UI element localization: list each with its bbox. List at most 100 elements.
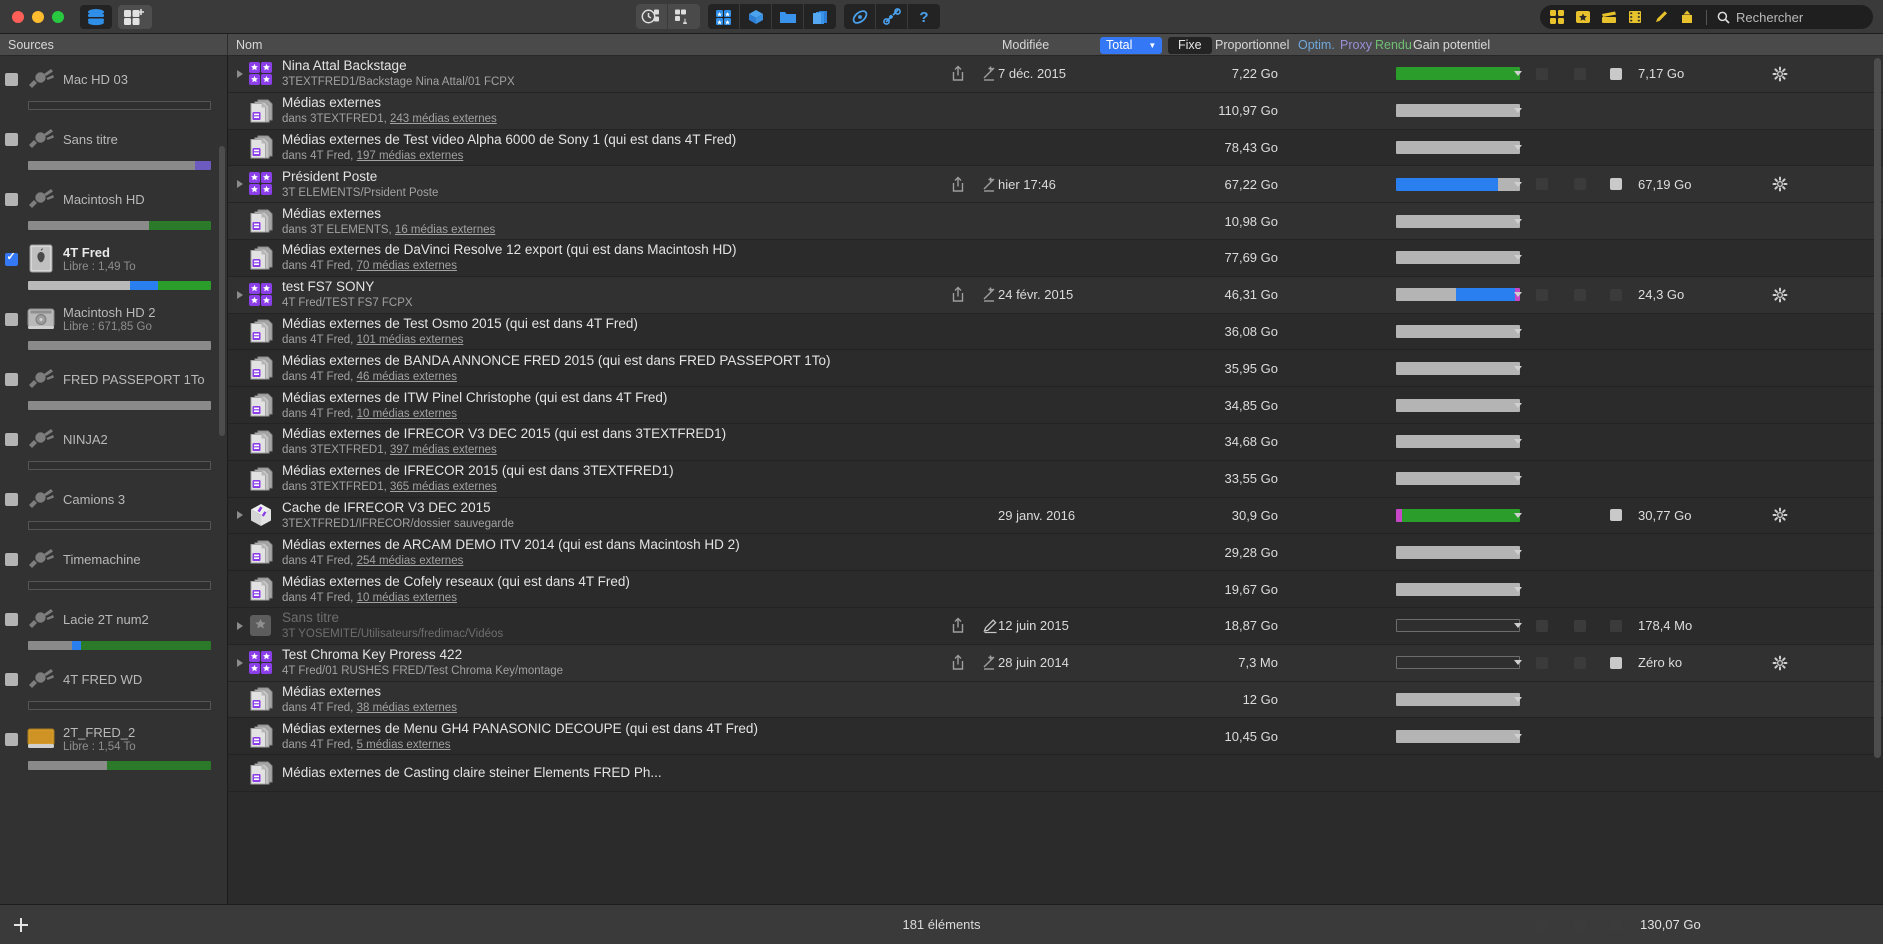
table-row[interactable]: Médias externes dans 3T ELEMENTS, 16 méd… [228, 203, 1883, 240]
source-checkbox[interactable] [5, 672, 18, 686]
table-row[interactable]: Médias externes de Cofely reseaux (qui e… [228, 571, 1883, 608]
library-icon[interactable] [80, 4, 112, 29]
media-count-link[interactable]: 10 médias externes [357, 592, 457, 604]
col-sources[interactable]: Sources [0, 34, 228, 55]
source-checkbox[interactable] [5, 312, 18, 326]
sources-sidebar[interactable]: Mac HD 03 Sans titre Macintosh HD ✓ 4T F… [0, 56, 228, 904]
col-proxy[interactable]: Proxy [1340, 34, 1372, 56]
media-count-link[interactable]: 10 médias externes [357, 408, 457, 420]
table-row[interactable]: Nina Attal Backstage 3TEXTFRED1/Backstag… [228, 56, 1883, 93]
reveal-icon[interactable] [982, 654, 998, 671]
source-item[interactable]: Lacie 2T num2 [0, 596, 227, 656]
minimize-button[interactable] [32, 10, 44, 23]
share-icon[interactable] [950, 176, 966, 193]
media-count-link[interactable]: 101 médias externes [357, 334, 464, 346]
table-row[interactable]: Médias externes de IFRECOR V3 DEC 2015 (… [228, 423, 1883, 461]
table-row[interactable]: Médias externes de Casting claire steine… [228, 755, 1883, 792]
table-row[interactable]: Médias externes de ITW Pinel Christophe … [228, 387, 1883, 424]
share-icon[interactable] [950, 65, 966, 82]
media-count-link[interactable]: 397 médias externes [390, 444, 497, 456]
disclosure-triangle-icon[interactable] [232, 511, 248, 520]
proxy-checkbox[interactable] [1574, 178, 1586, 191]
media-count-link[interactable]: 70 médias externes [357, 260, 457, 272]
status-optim-checkbox[interactable] [1536, 918, 1548, 931]
pencil-icon[interactable] [982, 617, 998, 634]
table-row[interactable]: Test Chroma Key Proress 422 4T Fred/01 R… [228, 644, 1883, 682]
proxy-checkbox[interactable] [1574, 656, 1586, 669]
optim-checkbox[interactable] [1536, 178, 1548, 191]
table-row[interactable]: Médias externes de ARCAM DEMO ITV 2014 (… [228, 534, 1883, 572]
media-count-link[interactable]: 38 médias externes [357, 702, 457, 714]
optim-checkbox[interactable] [1536, 67, 1548, 80]
col-nom[interactable]: Nom [236, 34, 262, 56]
source-item[interactable]: Macintosh HD 2 Libre : 671,85 Go [0, 296, 227, 356]
source-checkbox[interactable] [5, 132, 18, 146]
render-cube-icon[interactable] [740, 4, 772, 29]
disclosure-triangle-icon[interactable] [232, 658, 248, 667]
media-count-link[interactable]: 46 médias externes [357, 371, 457, 383]
media-count-link[interactable]: 5 médias externes [357, 739, 451, 751]
disclosure-triangle-icon[interactable] [232, 180, 248, 189]
optim-checkbox[interactable] [1536, 619, 1548, 632]
source-checkbox[interactable] [5, 612, 18, 626]
col-proportionnel[interactable]: Proportionnel [1215, 34, 1289, 56]
help-icon[interactable]: ? [908, 4, 940, 29]
clapper-icon[interactable] [1600, 8, 1618, 26]
rendu-checkbox[interactable] [1610, 178, 1622, 191]
star-icon[interactable] [1574, 8, 1592, 26]
share-icon[interactable] [950, 286, 966, 303]
table-row[interactable]: Médias externes dans 4T Fred, 38 médias … [228, 681, 1883, 719]
media-count-link[interactable]: 243 médias externes [390, 113, 497, 125]
col-fixe[interactable]: Fixe [1168, 36, 1212, 54]
row-gear-icon[interactable] [1772, 655, 1788, 671]
sidebar-scrollbar[interactable] [219, 146, 225, 436]
rendu-checkbox[interactable] [1610, 67, 1622, 80]
reveal-icon[interactable] [982, 286, 998, 303]
warning-badge-icon[interactable] [668, 4, 700, 29]
col-rendu[interactable]: Rendu [1375, 34, 1412, 56]
source-item[interactable]: 4T Fred Libre : 1,49 To [0, 236, 227, 296]
row-gear-icon[interactable] [1772, 66, 1788, 82]
proxy-checkbox[interactable] [1574, 67, 1586, 80]
source-item[interactable]: Macintosh HD [0, 176, 227, 236]
row-gear-icon[interactable] [1772, 287, 1788, 303]
clock-badge-icon[interactable] [636, 4, 668, 29]
media-count-link[interactable]: 16 médias externes [395, 224, 495, 236]
link-broken-icon[interactable] [876, 4, 908, 29]
row-gear-icon[interactable] [1772, 507, 1788, 523]
source-item[interactable]: FRED PASSEPORT 1To [0, 356, 227, 416]
media-count-link[interactable]: 365 médias externes [390, 481, 497, 493]
status-rendu-checkbox[interactable] [1610, 918, 1622, 931]
link-icon[interactable] [844, 4, 876, 29]
zoom-button[interactable] [52, 10, 64, 23]
table-row[interactable]: Cache de IFRECOR V3 DEC 2015 3TEXTFRED1/… [228, 497, 1883, 535]
export-icon[interactable] [1678, 8, 1696, 26]
source-item[interactable]: Camions 3 [0, 476, 227, 536]
table-row[interactable]: Médias externes de Menu GH4 PANASONIC DE… [228, 718, 1883, 756]
source-item[interactable]: 2T_FRED_2 Libre : 1,54 To [0, 716, 227, 776]
table-row[interactable]: Médias externes de DaVinci Resolve 12 ex… [228, 239, 1883, 277]
table-row[interactable]: Médias externes de BANDA ANNONCE FRED 20… [228, 350, 1883, 388]
table-row[interactable]: Médias externes de Test Osmo 2015 (qui e… [228, 313, 1883, 351]
table-row[interactable]: Président Poste 3T ELEMENTS/Prsident Pos… [228, 166, 1883, 204]
rendu-checkbox[interactable] [1610, 288, 1622, 301]
row-gear-icon[interactable] [1772, 176, 1788, 192]
film-icon[interactable] [1626, 8, 1644, 26]
table-row[interactable]: Sans titre 3T YOSEMITE/Utilisateurs/fred… [228, 607, 1883, 645]
grid-icon[interactable] [1548, 8, 1566, 26]
share-icon[interactable] [950, 654, 966, 671]
source-item[interactable]: 4T FRED WD [0, 656, 227, 716]
col-optim[interactable]: Optim. [1298, 34, 1335, 56]
source-checkbox[interactable] [5, 492, 18, 506]
col-gain[interactable]: Gain potentiel [1413, 34, 1490, 56]
table-row[interactable]: Médias externes de Test video Alpha 6000… [228, 129, 1883, 167]
list-scrollbar[interactable] [1874, 58, 1881, 758]
rendu-checkbox[interactable] [1610, 656, 1622, 669]
source-checkbox[interactable] [5, 192, 18, 206]
source-item[interactable]: Sans titre [0, 116, 227, 176]
rendu-checkbox[interactable] [1610, 509, 1622, 522]
source-checkbox[interactable] [5, 552, 18, 566]
optim-checkbox[interactable] [1536, 656, 1548, 669]
share-icon[interactable] [950, 617, 966, 634]
folder-icon[interactable] [772, 4, 804, 29]
